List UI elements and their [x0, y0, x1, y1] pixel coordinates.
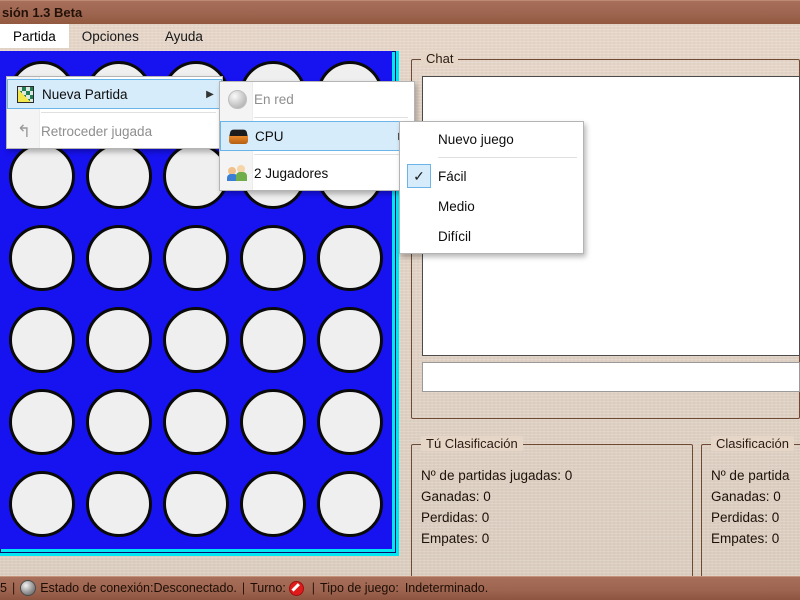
cpu-submenu[interactable]: Nuevo juego ✓ Fácil Medio Difícil	[399, 121, 584, 254]
self-ranking-group: Tú Clasificación Nº de partidas jugadas:…	[411, 436, 693, 580]
status-gametype-value: Indeterminado.	[404, 581, 489, 595]
opponent-draws: Empates: 0	[711, 531, 780, 546]
menu-item-cpu[interactable]: CPU ▶	[220, 121, 414, 151]
menu-item-dificil-label: Difícil	[438, 228, 471, 244]
menu-partida[interactable]: Partida	[0, 24, 69, 48]
board-cell[interactable]	[86, 143, 153, 209]
menu-ayuda[interactable]: Ayuda	[152, 24, 216, 48]
status-separator: |	[241, 581, 246, 595]
board-cell[interactable]	[316, 307, 383, 373]
chevron-right-icon: ▶	[206, 88, 214, 100]
menu-divider	[254, 117, 408, 118]
chat-input[interactable]	[422, 362, 800, 392]
network-icon	[220, 89, 254, 109]
menu-item-medio-label: Medio	[438, 198, 475, 214]
board-cell[interactable]	[316, 389, 383, 455]
menu-opciones[interactable]: Opciones	[69, 24, 152, 48]
menu-item-nueva-partida-label: Nueva Partida	[42, 86, 128, 102]
board-cell[interactable]	[86, 471, 153, 537]
opponent-ranking-group: Clasificación Nº de partida Ganadas: 0 P…	[701, 436, 800, 580]
menu-item-nuevo-juego[interactable]: Nuevo juego	[400, 124, 583, 154]
two-players-icon	[220, 165, 254, 181]
menu-ayuda-label: Ayuda	[164, 29, 203, 44]
board-cell[interactable]	[86, 225, 153, 291]
window-client-area: Partida Opciones Ayuda Chat Tú Clasifica…	[0, 24, 800, 580]
menu-opciones-label: Opciones	[81, 29, 139, 44]
menu-item-retroceder-jugada[interactable]: ↰ Retroceder jugada	[7, 116, 222, 146]
board-cell[interactable]	[162, 225, 229, 291]
menu-item-en-red[interactable]: En red	[220, 84, 414, 114]
nueva-partida-submenu[interactable]: En red CPU ▶ 2 Jugadores	[219, 81, 415, 191]
board-cell[interactable]	[86, 307, 153, 373]
board-cell[interactable]	[239, 471, 306, 537]
menu-item-2-jugadores-label: 2 Jugadores	[254, 165, 329, 181]
undo-icon: ↰	[16, 121, 32, 141]
cpu-icon	[221, 129, 255, 144]
opponent-losses: Perdidas: 0	[711, 510, 780, 525]
board-cell[interactable]	[239, 225, 306, 291]
status-gametype-label: Tipo de juego:	[320, 581, 399, 595]
opponent-ranking-legend: Clasificación	[711, 436, 794, 451]
board-icon	[8, 85, 42, 103]
self-ranking-legend: Tú Clasificación	[421, 436, 523, 451]
menu-item-facil[interactable]: ✓ Fácil	[400, 161, 583, 191]
board-cell[interactable]	[86, 389, 153, 455]
status-left-fragment: 5	[0, 581, 7, 595]
board-cell[interactable]	[162, 389, 229, 455]
opponent-games-played: Nº de partida	[711, 468, 790, 483]
prohibited-icon	[288, 580, 304, 596]
menu-item-cpu-label: CPU	[255, 128, 284, 144]
network-status-icon	[20, 580, 37, 596]
partida-dropdown-menu[interactable]: Nueva Partida ▶ ↰ Retroceder jugada	[6, 76, 223, 149]
board-cell[interactable]	[239, 307, 306, 373]
menu-item-medio[interactable]: Medio	[400, 191, 583, 221]
menu-item-en-red-label: En red	[254, 91, 294, 107]
board-cell[interactable]	[9, 307, 76, 373]
menu-item-nuevo-juego-label: Nuevo juego	[438, 131, 514, 147]
menu-item-facil-label: Fácil	[438, 168, 467, 184]
menu-item-nueva-partida[interactable]: Nueva Partida ▶	[7, 79, 222, 109]
board-cell[interactable]	[162, 307, 229, 373]
status-separator: |	[11, 581, 16, 595]
chat-legend: Chat	[421, 51, 459, 66]
menu-item-retroceder-jugada-label: Retroceder jugada	[41, 123, 153, 139]
self-draws: Empates: 0	[421, 531, 490, 546]
status-separator: |	[311, 581, 316, 595]
board-cell[interactable]	[9, 471, 76, 537]
menu-divider	[41, 112, 216, 113]
board-cell[interactable]	[9, 143, 76, 209]
menu-item-2-jugadores[interactable]: 2 Jugadores	[220, 158, 414, 188]
board-cell[interactable]	[9, 225, 76, 291]
status-turn-label: Turno:	[250, 581, 286, 595]
opponent-wins: Ganadas: 0	[711, 489, 781, 504]
menu-item-dificil[interactable]: Difícil	[400, 221, 583, 251]
menu-divider	[254, 154, 408, 155]
window-titlebar: sión 1.3 Beta	[0, 0, 800, 24]
board-cell[interactable]	[162, 471, 229, 537]
self-ranking-lines: Nº de partidas jugadas: 0 Ganadas: 0 Per…	[412, 445, 692, 546]
check-icon: ✓	[400, 164, 438, 188]
board-cell[interactable]	[316, 471, 383, 537]
self-losses: Perdidas: 0	[421, 510, 490, 525]
status-bar: 5 | Estado de conexión:Desconectado. | T…	[0, 576, 800, 600]
board-cell[interactable]	[316, 225, 383, 291]
self-games-played: Nº de partidas jugadas: 0	[421, 468, 573, 483]
status-connection: Estado de conexión:Desconectado.	[40, 581, 237, 595]
menu-bar: Partida Opciones Ayuda	[0, 24, 800, 48]
board-cell[interactable]	[9, 389, 76, 455]
menu-partida-label: Partida	[13, 29, 56, 44]
opponent-ranking-lines: Nº de partida Ganadas: 0 Perdidas: 0 Emp…	[702, 445, 800, 546]
menu-divider	[438, 157, 577, 158]
board-cell[interactable]	[239, 389, 306, 455]
window-title: sión 1.3 Beta	[2, 4, 83, 20]
self-wins: Ganadas: 0	[421, 489, 491, 504]
